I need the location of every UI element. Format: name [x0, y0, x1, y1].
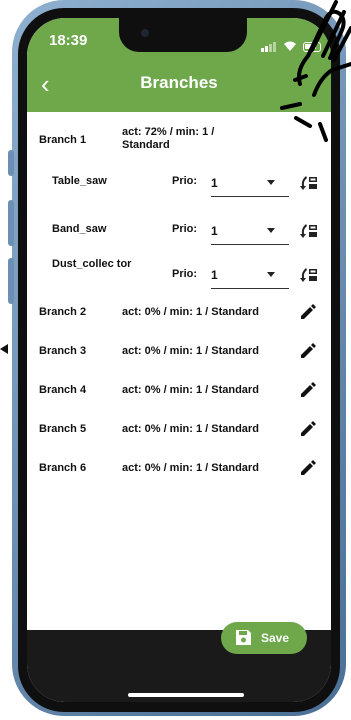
branch-status: act: 0% / min: 1 / Standard	[122, 423, 259, 435]
dropdown-arrow-icon	[267, 272, 275, 277]
prio-label: Prio:	[172, 268, 198, 280]
save-icon	[236, 630, 251, 645]
branch-name: Branch 4	[39, 384, 87, 396]
pointer-arrow-icon	[0, 344, 8, 354]
consumer-row: Table_saw Prio: 1	[27, 162, 331, 197]
camera-icon	[141, 29, 149, 37]
prio-value: 1	[211, 176, 218, 190]
save-button[interactable]: Save	[221, 622, 307, 654]
status-time: 18:39	[49, 32, 88, 49]
edit-icon[interactable]	[299, 342, 317, 360]
branch-status: act: 0% / min: 1 / Standard	[122, 306, 259, 318]
prio-select[interactable]: 1	[211, 170, 289, 197]
branch-row: Branch 5 act: 0% / min: 1 / Standard	[27, 420, 331, 451]
prio-label: Prio:	[172, 175, 198, 187]
notch	[119, 18, 247, 52]
consumer-row: Band_saw Prio: 1	[27, 206, 331, 245]
phone-side-button	[8, 200, 14, 246]
prio-value: 1	[211, 268, 218, 282]
prio-value: 1	[211, 224, 218, 238]
branch-name: Branch 3	[39, 345, 87, 357]
call-split-icon[interactable]	[299, 174, 319, 192]
consumer-name: Dust_collec tor	[52, 258, 132, 270]
consumer-name: Table_saw	[52, 175, 107, 187]
branch-status: act: 0% / min: 1 / Standard	[122, 384, 259, 396]
branch-row: Branch 2 act: 0% / min: 1 / Standard	[27, 303, 331, 334]
phone-side-button	[8, 258, 14, 304]
call-split-icon[interactable]	[299, 222, 319, 240]
edit-icon[interactable]	[299, 420, 317, 438]
branch-name: Branch 5	[39, 423, 87, 435]
tapping-hand-icon	[280, 0, 351, 142]
branch-row: Branch 3 act: 0% / min: 1 / Standard	[27, 342, 331, 373]
home-indicator[interactable]	[128, 693, 244, 697]
edit-icon[interactable]	[299, 381, 317, 399]
prio-select[interactable]: 1	[211, 262, 289, 289]
consumer-row: Dust_collec tor Prio: 1	[27, 252, 331, 292]
branch-row: Branch 4 act: 0% / min: 1 / Standard	[27, 381, 331, 412]
consumer-name: Band_saw	[52, 223, 107, 235]
edit-icon[interactable]	[299, 303, 317, 321]
dropdown-arrow-icon	[267, 228, 275, 233]
branch-name: Branch 2	[39, 306, 87, 318]
prio-label: Prio:	[172, 223, 198, 235]
branch-status: act: 0% / min: 1 / Standard	[122, 462, 259, 474]
branch-name: Branch 6	[39, 462, 87, 474]
dropdown-arrow-icon	[267, 180, 275, 185]
prio-select[interactable]: 1	[211, 218, 289, 245]
save-label: Save	[261, 631, 290, 645]
branch-name: Branch 1	[39, 134, 87, 146]
call-split-icon[interactable]	[299, 266, 319, 284]
edit-icon[interactable]	[299, 459, 317, 477]
branch-status: act: 0% / min: 1 / Standard	[122, 345, 259, 357]
branch-row: Branch 6 act: 0% / min: 1 / Standard	[27, 459, 331, 490]
phone-side-button	[8, 150, 14, 176]
branch-status: act: 72% / min: 1 / Standard	[122, 126, 215, 151]
